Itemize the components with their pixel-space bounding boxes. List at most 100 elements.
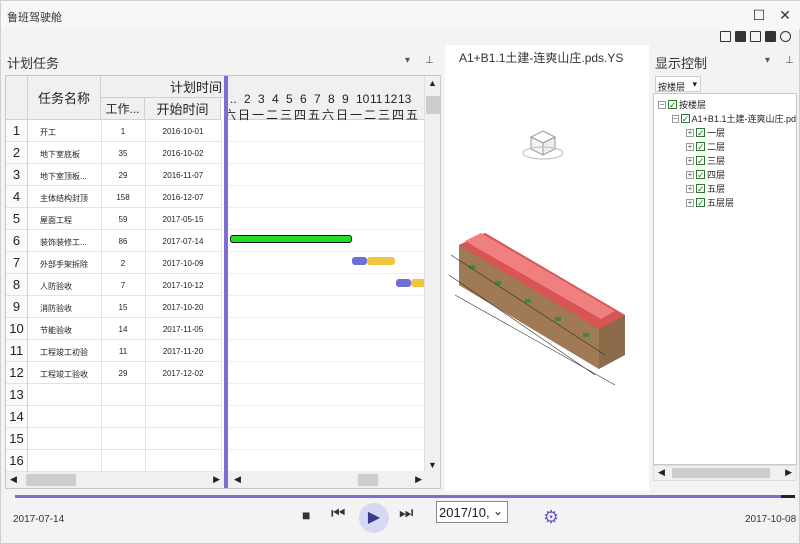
gantt-hscroll-left-icon[interactable]: ◀ <box>234 474 241 485</box>
maximize-icon[interactable]: ☐ <box>749 5 769 25</box>
tree-node-file[interactable]: − ✓ A1+B1.1土建-连爽山庄.pds <box>672 112 796 125</box>
table-row[interactable]: 消防验收 15 2017-10-20 <box>28 296 221 318</box>
tree-node-floor[interactable]: + ✓ 一层 <box>686 126 725 139</box>
tree-node-floor[interactable]: + ✓ 五层 <box>686 182 725 195</box>
table-hscroll-thumb[interactable] <box>26 474 76 486</box>
tree-node-floor[interactable]: + ✓ 三层 <box>686 154 725 167</box>
checkbox-icon[interactable]: ✓ <box>696 198 705 208</box>
close-icon[interactable]: ✕ <box>775 5 795 25</box>
tree-node-floor[interactable]: + ✓ 二层 <box>686 140 725 153</box>
gantt-day-label: 6 <box>300 92 307 106</box>
row-number[interactable]: 7 <box>6 252 28 274</box>
checkbox-icon[interactable]: ✓ <box>696 142 705 152</box>
row-number[interactable]: 13 <box>6 384 28 406</box>
tree-scroll-right-icon[interactable]: ▶ <box>785 467 792 478</box>
collapse-icon[interactable]: − <box>658 100 666 109</box>
row-number[interactable]: 2 <box>6 142 28 164</box>
table-row[interactable] <box>28 428 221 450</box>
row-number[interactable]: 14 <box>6 406 28 428</box>
expand-icon[interactable]: + <box>686 170 694 179</box>
play-button[interactable]: ▶ <box>359 503 389 533</box>
expand-icon[interactable]: + <box>686 128 694 137</box>
gear-icon[interactable]: ⚙ <box>543 507 559 528</box>
table-row[interactable]: 地下室底板 35 2016-10-02 <box>28 142 221 164</box>
gantt-vscrollbar[interactable]: ▲ ▼ <box>424 76 440 472</box>
checkbox-icon[interactable]: ✓ <box>696 170 705 180</box>
scroll-up-icon[interactable]: ▲ <box>428 78 437 88</box>
checkbox-icon[interactable]: ✓ <box>696 156 705 166</box>
tree-scroll-left-icon[interactable]: ◀ <box>658 467 665 478</box>
model-3d-view[interactable]: A1+B1.1土建-连爽山庄.pds.YS <box>445 45 649 491</box>
table-hscrollbar[interactable]: ◀ ▶ <box>6 472 224 488</box>
table-row[interactable]: 开工 1 2016-10-01 <box>28 120 221 142</box>
table-row[interactable]: 屋面工程 59 2017-05-15 <box>28 208 221 230</box>
gantt-hscroll-right-icon[interactable]: ▶ <box>415 474 422 485</box>
row-number[interactable]: 6 <box>6 230 28 252</box>
table-row[interactable]: 工程竣工验收 29 2017-12-02 <box>28 362 221 384</box>
checkbox-icon[interactable]: ✓ <box>696 184 705 194</box>
tree-node-floor[interactable]: + ✓ 五层层 <box>686 196 734 209</box>
row-number[interactable]: 1 <box>6 120 28 142</box>
display-panel-menu-icon[interactable]: ▾ <box>765 55 770 66</box>
row-number[interactable]: 10 <box>6 318 28 340</box>
table-row[interactable] <box>28 450 221 472</box>
table-row[interactable]: 工程竣工初验 11 2017-11-20 <box>28 340 221 362</box>
checkbox-icon[interactable]: ✓ <box>696 128 705 138</box>
plan-panel-pin-icon[interactable]: ⊥ <box>425 55 434 66</box>
row-number[interactable]: 5 <box>6 208 28 230</box>
skip-forward-icon[interactable]: ⏭ <box>399 505 413 523</box>
table-row[interactable]: 主体结构封顶 158 2016-12-07 <box>28 186 221 208</box>
row-number[interactable]: 15 <box>6 428 28 450</box>
row-number[interactable]: 11 <box>6 340 28 362</box>
task-bar-6[interactable] <box>230 235 352 243</box>
table-row[interactable]: 节能验收 14 2017-11-05 <box>28 318 221 340</box>
col-header-name[interactable]: 任务名称 <box>28 76 101 120</box>
date-picker[interactable]: 2017/10, ⌄ <box>436 501 508 523</box>
hscroll-left-icon[interactable]: ◀ <box>10 474 17 485</box>
view-side-icon[interactable] <box>735 31 746 42</box>
expand-icon[interactable]: + <box>686 156 694 165</box>
row-number[interactable]: 4 <box>6 186 28 208</box>
view-top-icon[interactable] <box>750 31 761 42</box>
vscroll-thumb[interactable] <box>426 96 440 114</box>
task-bar-8-progress[interactable] <box>396 279 411 287</box>
gantt-hscrollbar[interactable]: ◀ ▶ <box>228 472 440 488</box>
table-row[interactable]: 人防验收 7 2017-10-12 <box>28 274 221 296</box>
tree-node-root[interactable]: − ✓ 按楼层 <box>658 98 706 111</box>
task-bar-7[interactable] <box>367 257 395 265</box>
task-bar-7-progress[interactable] <box>352 257 367 265</box>
table-row[interactable]: 地下室顶板... 29 2016-11-07 <box>28 164 221 186</box>
layers-icon[interactable] <box>780 31 791 42</box>
tree-hscroll-thumb[interactable] <box>672 468 770 478</box>
table-row[interactable] <box>28 406 221 428</box>
col-header-start[interactable]: 开始时间 <box>145 98 221 120</box>
tree-node-floor[interactable]: + ✓ 四层 <box>686 168 725 181</box>
expand-icon[interactable]: + <box>686 184 694 193</box>
view-3d-icon[interactable] <box>765 31 776 42</box>
row-number[interactable]: 8 <box>6 274 28 296</box>
filter-dropdown[interactable]: 按楼层 ▾ <box>655 76 701 92</box>
row-number[interactable]: 12 <box>6 362 28 384</box>
col-header-work[interactable]: 工作... <box>101 98 145 120</box>
checkbox-icon[interactable]: ✓ <box>680 114 690 124</box>
tree-hscrollbar[interactable]: ◀ ▶ <box>653 465 797 481</box>
row-number[interactable]: 3 <box>6 164 28 186</box>
plan-panel-menu-icon[interactable]: ▾ <box>405 55 410 66</box>
checkbox-icon[interactable]: ✓ <box>668 100 677 110</box>
row-number[interactable]: 16 <box>6 450 28 472</box>
table-row[interactable]: 外部手架拆除 2 2017-10-09 <box>28 252 221 274</box>
table-row[interactable] <box>28 384 221 406</box>
scroll-down-icon[interactable]: ▼ <box>428 460 437 470</box>
timeline-slider[interactable] <box>15 495 795 498</box>
display-panel-pin-icon[interactable]: ⊥ <box>785 55 794 66</box>
collapse-icon[interactable]: − <box>672 114 679 123</box>
hscroll-right-icon[interactable]: ▶ <box>213 474 220 485</box>
table-row[interactable]: 装饰装修工... 86 2017-07-14 <box>28 230 221 252</box>
view-front-icon[interactable] <box>720 31 731 42</box>
expand-icon[interactable]: + <box>686 198 694 207</box>
skip-back-icon[interactable]: ⏮ <box>331 505 345 523</box>
expand-icon[interactable]: + <box>686 142 694 151</box>
row-number[interactable]: 9 <box>6 296 28 318</box>
gantt-hscroll-thumb[interactable] <box>358 474 378 486</box>
stop-icon[interactable]: ■ <box>302 507 310 523</box>
